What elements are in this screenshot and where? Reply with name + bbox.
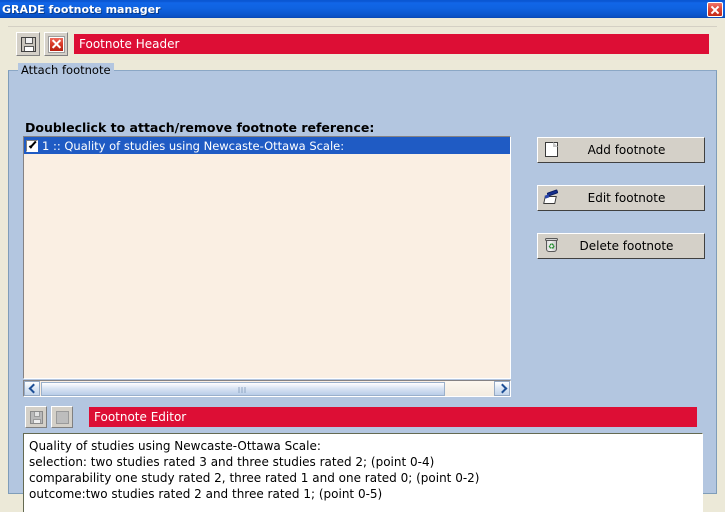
- window-body: Footnote Header Attach footnote Doublecl…: [0, 18, 725, 512]
- add-footnote-button[interactable]: Add footnote: [537, 137, 705, 163]
- scrollbar-track[interactable]: [445, 381, 494, 396]
- close-window-icon[interactable]: [707, 1, 723, 17]
- groupbox-legend: Attach footnote: [18, 63, 114, 77]
- toolbar-divider: [8, 26, 717, 27]
- delete-footnote-label: Delete footnote: [579, 239, 674, 253]
- edit-footnote-label: Edit footnote: [587, 191, 666, 205]
- new-page-icon: [543, 141, 561, 159]
- floppy-disk-icon: [20, 36, 36, 52]
- scroll-left-arrow-icon[interactable]: [24, 381, 40, 396]
- editor-line: outcome:two studies rated 2 and three ra…: [29, 487, 383, 501]
- window-title: GRADE footnote manager: [2, 2, 161, 16]
- add-footnote-label: Add footnote: [587, 143, 666, 157]
- footnote-editor-panel: Footnote Editor Quality of studies using…: [23, 405, 703, 512]
- floppy-disk-disabled-icon: [29, 410, 43, 424]
- editor-cancel-button[interactable]: [51, 406, 73, 428]
- horizontal-scrollbar[interactable]: [23, 380, 511, 397]
- blank-disabled-icon: [55, 410, 69, 424]
- header-toolbar: Footnote Header: [8, 32, 717, 58]
- list-item[interactable]: 1 :: Quality of studies using Newcaste-O…: [24, 137, 510, 154]
- grade-footnote-manager-window: GRADE footnote manager Footnote Header A…: [0, 0, 725, 512]
- scroll-right-arrow-icon[interactable]: [494, 381, 510, 396]
- delete-footnote-button[interactable]: ♻ Delete footnote: [537, 233, 705, 259]
- title-bar: GRADE footnote manager: [0, 0, 725, 18]
- chevron-right-icon: [497, 383, 508, 394]
- trash-bin-icon: ♻: [543, 237, 561, 255]
- save-header-button[interactable]: [16, 32, 40, 56]
- red-x-icon: [47, 35, 65, 53]
- editor-line: selection: two studies rated 3 and three…: [29, 455, 435, 469]
- footnote-editor-label: Footnote Editor: [94, 410, 187, 424]
- editor-line: Quality of studies using Newcaste-Ottawa…: [29, 439, 321, 453]
- footnote-checkbox[interactable]: [26, 139, 38, 152]
- editor-toolbar: Footnote Editor: [23, 405, 703, 429]
- footnote-header-banner: Footnote Header: [74, 34, 709, 54]
- footnote-editor-banner: Footnote Editor: [89, 407, 697, 427]
- footnote-list[interactable]: 1 :: Quality of studies using Newcaste-O…: [23, 136, 511, 379]
- list-item-label: 1 :: Quality of studies using Newcaste-O…: [42, 138, 345, 153]
- attach-footnote-groupbox: Attach footnote Doubleclick to attach/re…: [8, 63, 717, 512]
- edit-footnote-button[interactable]: Edit footnote: [537, 185, 705, 211]
- editor-save-button[interactable]: [25, 406, 47, 428]
- editor-line: comparability one study rated 2, three r…: [29, 471, 480, 485]
- pencil-edit-icon: [543, 189, 561, 207]
- instruction-text: Doubleclick to attach/remove footnote re…: [25, 120, 375, 135]
- scrollbar-grip-icon: [238, 386, 248, 393]
- scrollbar-thumb[interactable]: [41, 381, 445, 396]
- chevron-left-icon: [28, 383, 39, 394]
- cancel-header-button[interactable]: [44, 32, 68, 56]
- footnote-editor-textarea[interactable]: Quality of studies using Newcaste-Ottawa…: [23, 433, 703, 512]
- footnote-header-label: Footnote Header: [79, 37, 180, 51]
